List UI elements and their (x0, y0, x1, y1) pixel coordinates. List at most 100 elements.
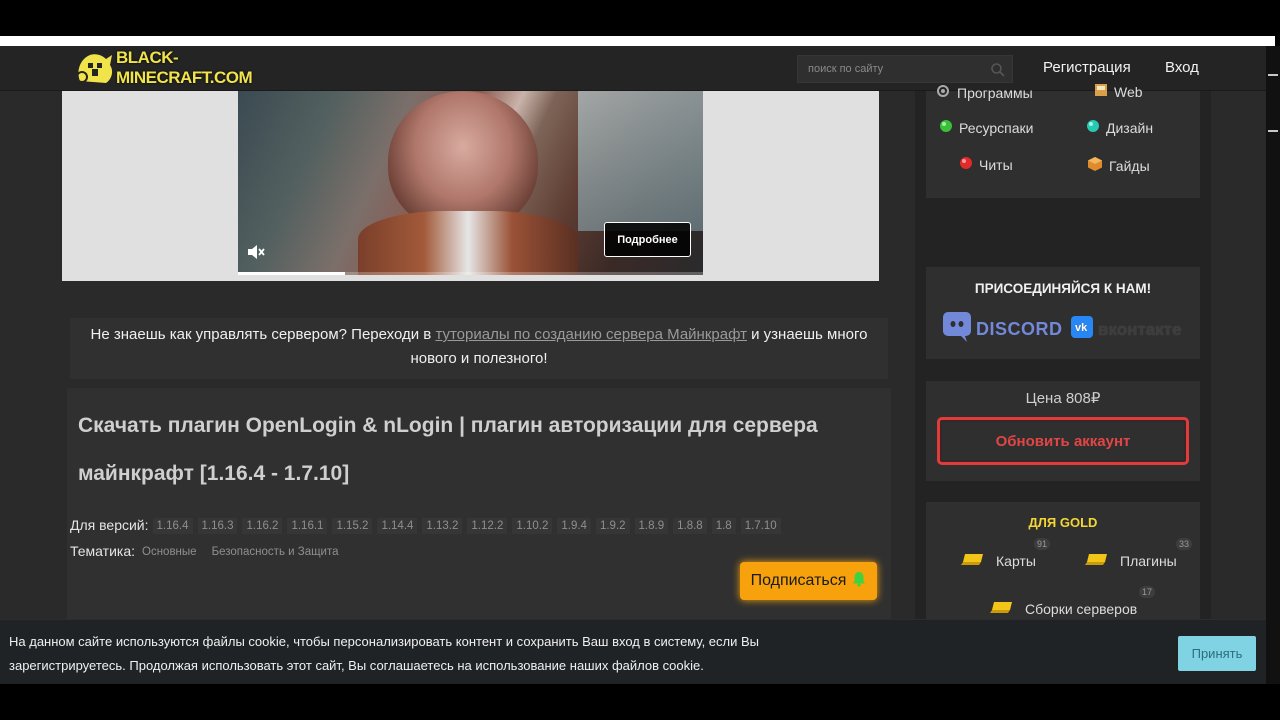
tutorial-notice: Не знаешь как управлять сервером? Перехо… (70, 318, 888, 379)
gold-bar-icon (1084, 552, 1110, 569)
login-link[interactable]: Вход (1165, 59, 1199, 76)
programs-icon (935, 83, 951, 102)
gold-bar-icon (989, 600, 1015, 617)
version-tag[interactable]: 1.9.4 (557, 518, 591, 534)
category-guides[interactable]: Гайды (1087, 156, 1150, 175)
subscribe-label: Подписаться (750, 572, 847, 589)
version-tag[interactable]: 1.9.2 (595, 518, 630, 534)
version-tag[interactable]: 1.8 (711, 518, 736, 534)
design-icon (1086, 119, 1100, 136)
video-frame-face (388, 91, 538, 231)
gold-item-label: Плагины (1120, 552, 1177, 569)
gold-item-plugins[interactable]: Плагины 33 (1084, 538, 1193, 569)
cookie-banner: На данном сайте используются файлы cooki… (0, 619, 1266, 684)
version-tag[interactable]: 1.16.4 (152, 518, 193, 534)
more-info-button[interactable]: Подробнее (604, 222, 691, 257)
category-label: Программы (957, 84, 1033, 101)
join-title: ПРИСОЕДИНЯЙСЯ К НАМ! (974, 281, 1152, 296)
browser-viewport: BLACK-MINECRAFT.COM Регистрация Вход Под (0, 46, 1275, 684)
category-cheats[interactable]: Читы (959, 156, 1013, 173)
article-title: Скачать плагин OpenLogin & nLogin | плаг… (78, 414, 818, 485)
topics-list: Основные Безопасность и Защита (139, 542, 351, 560)
tutorial-link[interactable]: туториалы по созданию сервера Майнкрафт (435, 326, 747, 343)
version-tag[interactable]: 1.15.2 (332, 518, 373, 534)
logo-text: BLACK-MINECRAFT.COM (116, 48, 253, 87)
categories-card: Программы Web Ресурспаки Дизайн Читы Гай… (926, 84, 1200, 198)
scrollbar-tick (1268, 74, 1278, 76)
search-icon[interactable] (990, 62, 1006, 83)
count-badge: 91 (1034, 538, 1051, 550)
video-progress-fill (238, 272, 345, 275)
resourcepacks-icon (939, 119, 953, 136)
category-label: Гайды (1109, 157, 1150, 174)
category-programs[interactable]: Программы (935, 83, 1033, 102)
vk-icon: vk (1071, 316, 1093, 343)
versions-row: Для версий: 1.16.4 1.16.3 1.16.2 1.16.1 1.15… (70, 516, 786, 534)
vk-label: вконтакте (1098, 319, 1182, 339)
guides-icon (1087, 156, 1103, 175)
version-tag[interactable]: 1.12.2 (467, 518, 508, 534)
site-logo[interactable]: BLACK-MINECRAFT.COM (74, 48, 284, 87)
search-box[interactable] (797, 55, 1013, 83)
version-tag[interactable]: 1.7.10 (740, 518, 781, 534)
cookie-text: На данном сайте используются файлы cooki… (9, 634, 760, 673)
version-tag[interactable]: 1.13.2 (422, 518, 463, 534)
category-label: Читы (979, 156, 1013, 173)
join-card: ПРИСОЕДИНЯЙСЯ К НАМ! DISCORD vk вконтакт… (926, 267, 1200, 359)
svg-text:vk: vk (1075, 322, 1088, 334)
mute-icon[interactable] (246, 243, 266, 266)
version-tag[interactable]: 1.16.1 (287, 518, 328, 534)
discord-label: DISCORD (976, 319, 1063, 339)
video-frame-window (578, 91, 703, 231)
version-tag[interactable]: 1.10.2 (512, 518, 553, 534)
gold-item-maps[interactable]: Карты 91 (960, 538, 1051, 569)
scrollbar-tick (1268, 130, 1278, 132)
video-frame-shirt (358, 211, 578, 275)
category-resourcepacks[interactable]: Ресурспаки (939, 119, 1033, 136)
category-label: Дизайн (1106, 119, 1154, 136)
price-card: Цена 808₽ Обновить аккаунт (926, 381, 1200, 481)
site-header: BLACK-MINECRAFT.COM Регистрация Вход (0, 46, 1266, 91)
gold-bar-icon (960, 552, 986, 569)
web-icon (1094, 83, 1108, 100)
version-tag[interactable]: 1.8.9 (634, 518, 669, 534)
topics-row: Тематика: Основные Безопасность и Защита (70, 542, 351, 560)
gold-item-server-packs[interactable]: Сборки серверов 17 (989, 586, 1156, 617)
cookie-accept-button[interactable]: Принять (1178, 636, 1256, 671)
video-player[interactable]: Подробнее (238, 91, 703, 275)
category-label: Ресурспаки (959, 119, 1034, 136)
subscribe-button[interactable]: Подписаться (740, 562, 877, 600)
bell-icon (852, 571, 866, 592)
gold-item-label: Карты (996, 552, 1036, 569)
version-tag[interactable]: 1.16.3 (197, 518, 238, 534)
vk-link[interactable]: vk вконтакте (1066, 316, 1181, 343)
versions-list: 1.16.4 1.16.3 1.16.2 1.16.1 1.15.2 1.14.4 1.13… (152, 516, 786, 534)
gold-item-label: Сборки серверов (1025, 600, 1138, 617)
gold-title: ДЛЯ GOLD (1028, 515, 1098, 530)
top-white-strip (0, 36, 1275, 46)
price-text: Цена 808₽ (1025, 390, 1101, 407)
category-web[interactable]: Web (1094, 83, 1143, 100)
notice-text-before: Не знаешь как управлять сервером? Перехо… (90, 326, 436, 343)
count-badge: 33 (1176, 538, 1193, 550)
video-ad-container: Подробнее (62, 91, 879, 281)
category-design[interactable]: Дизайн (1086, 119, 1153, 136)
update-account-button[interactable]: Обновить аккаунт (937, 417, 1189, 465)
sidebar: Программы Web Ресурспаки Дизайн Читы Гай… (915, 84, 1211, 684)
discord-icon (943, 312, 971, 347)
topic-tag[interactable]: Основные (139, 544, 200, 560)
versions-label: Для версий: (70, 517, 149, 533)
version-tag[interactable]: 1.8.8 (673, 518, 707, 534)
version-tag[interactable]: 1.14.4 (377, 518, 418, 534)
version-tag[interactable]: 1.16.2 (242, 518, 283, 534)
category-label: Web (1114, 83, 1143, 100)
topics-label: Тематика: (70, 543, 135, 559)
discord-link[interactable]: DISCORD (938, 312, 1063, 347)
topic-tag[interactable]: Безопасность и Защита (209, 544, 342, 560)
register-link[interactable]: Регистрация (1043, 59, 1131, 76)
right-edge-scrollbar[interactable] (1266, 46, 1280, 684)
video-progress-bar[interactable] (238, 272, 703, 275)
cheats-icon (959, 156, 973, 173)
screenshot: BLACK-MINECRAFT.COM Регистрация Вход Под (0, 0, 1280, 720)
search-input[interactable] (808, 63, 988, 75)
